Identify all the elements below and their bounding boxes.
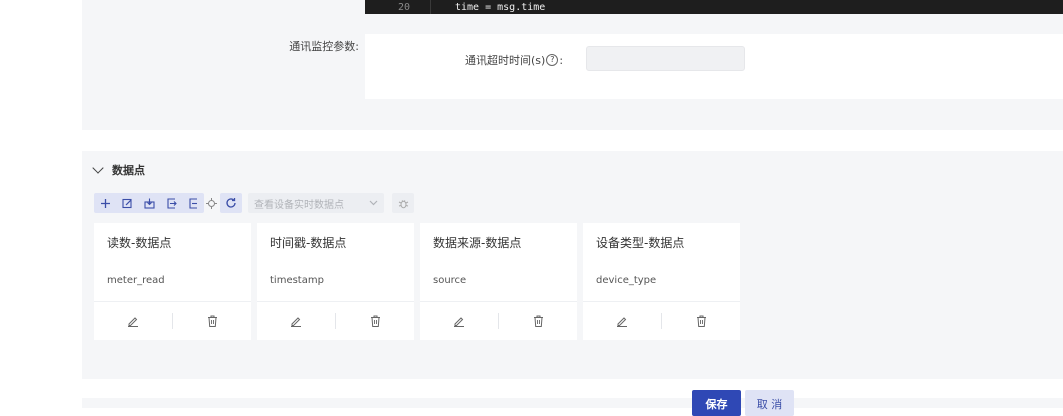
datapoint-card[interactable]: 数据来源-数据点 source xyxy=(420,223,577,340)
plus-icon[interactable] xyxy=(94,193,116,213)
chevron-down-icon[interactable] xyxy=(92,162,104,174)
code-line[interactable]: time = msg.time xyxy=(455,0,545,16)
save-button[interactable]: 保存 xyxy=(692,390,741,416)
comm-monitor-box: 通讯超时时间(s) ? : xyxy=(365,34,1063,99)
card-actions xyxy=(420,301,577,340)
card-title: 读数-数据点 xyxy=(107,236,172,250)
edit-icon[interactable] xyxy=(583,315,661,327)
locate-icon[interactable] xyxy=(204,193,218,213)
timeout-label: 通讯超时时间(s) xyxy=(465,54,546,67)
bug-icon[interactable] xyxy=(392,193,414,213)
card-actions xyxy=(583,301,740,340)
help-icon[interactable]: ? xyxy=(546,54,559,66)
chevron-down-icon xyxy=(369,200,378,206)
datapoint-card[interactable]: 读数-数据点 meter_read xyxy=(94,223,251,340)
card-key: source xyxy=(433,275,467,286)
import-icon[interactable] xyxy=(138,193,160,213)
card-title: 数据来源-数据点 xyxy=(433,236,522,250)
datapoint-card[interactable]: 设备类型-数据点 device_type xyxy=(583,223,740,340)
edit-icon[interactable] xyxy=(257,315,335,327)
timeout-label-row: 通讯超时时间(s) ? : xyxy=(465,52,563,68)
export-icon[interactable] xyxy=(160,193,182,213)
timeout-input[interactable] xyxy=(586,46,745,71)
delete-icon[interactable] xyxy=(173,315,251,327)
export-alt-icon[interactable] xyxy=(182,193,204,213)
refresh-icon[interactable] xyxy=(220,193,242,213)
cancel-button[interactable]: 取 消 xyxy=(745,390,794,416)
delete-icon[interactable] xyxy=(336,315,414,327)
datapoints-toolbar: 查看设备实时数据点 xyxy=(94,193,414,213)
card-title: 时间戳-数据点 xyxy=(270,236,347,250)
timeout-colon: : xyxy=(559,53,564,67)
realtime-datapoints-select[interactable]: 查看设备实时数据点 xyxy=(248,193,384,213)
datapoints-header[interactable]: 数据点 xyxy=(92,162,145,178)
code-editor[interactable]: 20 time = msg.time xyxy=(365,0,1063,14)
edit-icon[interactable] xyxy=(116,193,138,213)
datapoint-card[interactable]: 时间戳-数据点 timestamp xyxy=(257,223,414,340)
card-title: 设备类型-数据点 xyxy=(596,236,685,250)
datapoints-panel: 数据点 查看设备实时数据点 读数-数据点 meter_read 时间戳-数据点 … xyxy=(82,151,1063,379)
edit-icon[interactable] xyxy=(420,315,498,327)
section-title: 数据点 xyxy=(112,164,145,177)
next-panel xyxy=(82,398,1063,408)
line-number: 20 xyxy=(365,0,431,14)
delete-icon[interactable] xyxy=(499,315,577,327)
delete-icon[interactable] xyxy=(662,315,740,327)
card-actions xyxy=(257,301,414,340)
select-placeholder: 查看设备实时数据点 xyxy=(254,199,344,211)
card-key: device_type xyxy=(596,275,657,286)
card-key: timestamp xyxy=(270,275,324,286)
card-actions xyxy=(94,301,251,340)
edit-icon[interactable] xyxy=(94,315,172,327)
card-key: meter_read xyxy=(107,275,165,286)
comm-monitor-label: 通讯监控参数: xyxy=(289,40,359,53)
tool-group xyxy=(94,193,204,213)
datapoint-cards: 读数-数据点 meter_read 时间戳-数据点 timestamp 数据来源… xyxy=(94,223,740,340)
